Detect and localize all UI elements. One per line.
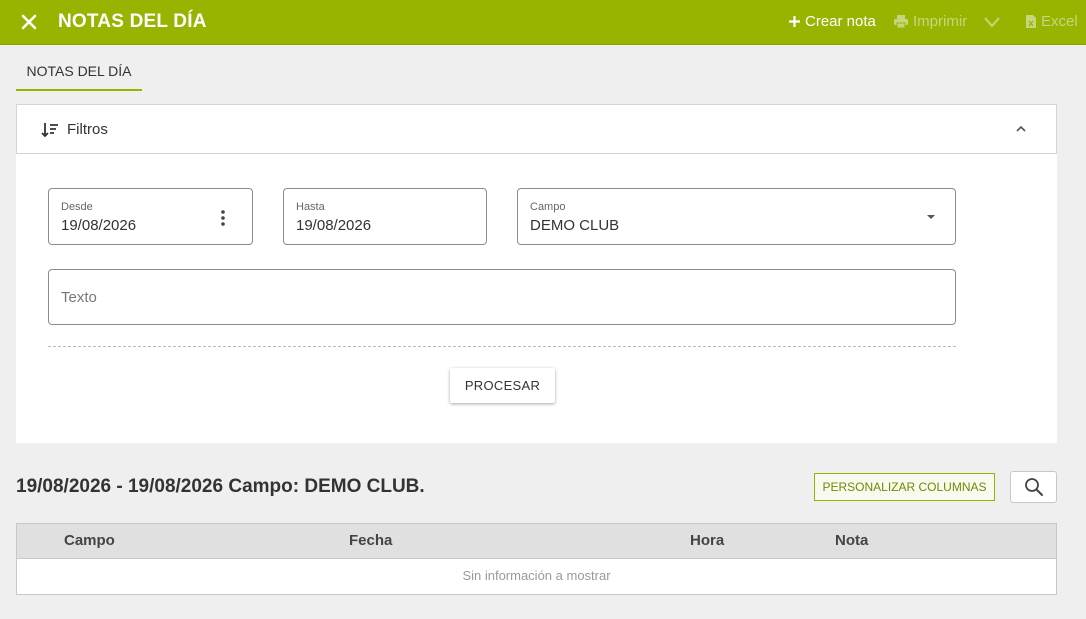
campo-label: Campo (530, 201, 566, 213)
hasta-date-field[interactable]: Hasta 19/08/2026 (283, 188, 487, 245)
filters-panel-body: Desde 19/08/2026 Hasta 19/08/2026 Campo … (16, 154, 1057, 443)
filters-panel-header[interactable]: Filtros (16, 104, 1057, 154)
column-header-campo[interactable]: Campo (64, 532, 115, 549)
campo-value: DEMO CLUB (530, 217, 620, 234)
desde-date-field[interactable]: Desde 19/08/2026 (48, 188, 253, 245)
more-vertical-icon[interactable] (217, 209, 229, 227)
tab-notas-del-dia[interactable]: NOTAS DEL DÍA (16, 52, 142, 91)
chevron-up-icon[interactable] (1014, 122, 1028, 136)
texto-placeholder: Texto (61, 289, 97, 306)
divider (48, 346, 956, 347)
notes-table: Campo Fecha Hora Nota Sin información a … (16, 523, 1057, 595)
excel-file-icon (1026, 15, 1036, 28)
search-icon (1024, 478, 1043, 496)
printer-icon (894, 15, 908, 29)
top-bar: NOTAS DEL DÍA Crear nota Imprimir Excel (0, 0, 1086, 45)
desde-label: Desde (61, 201, 93, 213)
sort-filter-icon (41, 123, 58, 138)
personalize-columns-button[interactable]: PERSONALIZAR COLUMNAS (814, 473, 995, 501)
search-button[interactable] (1010, 471, 1057, 503)
results-summary: 19/08/2026 - 19/08/2026 Campo: DEMO CLUB… (16, 476, 425, 497)
print-label: Imprimir (913, 13, 968, 30)
hasta-label: Hasta (296, 201, 325, 213)
create-note-label: Crear nota (805, 13, 876, 30)
column-header-fecha[interactable]: Fecha (349, 532, 392, 549)
excel-button[interactable]: Excel (1025, 13, 1078, 30)
page-title: NOTAS DEL DÍA (58, 11, 207, 32)
print-button[interactable]: Imprimir (893, 13, 967, 30)
process-button[interactable]: PROCESAR (450, 368, 555, 403)
campo-select[interactable]: Campo DEMO CLUB (517, 188, 956, 245)
chevron-down-icon[interactable] (982, 12, 1002, 32)
plus-icon (789, 16, 800, 27)
texto-input[interactable]: Texto (48, 269, 956, 325)
create-note-button[interactable]: Crear nota (788, 13, 876, 30)
desde-value: 19/08/2026 (61, 217, 137, 234)
close-icon[interactable] (18, 11, 40, 33)
excel-label: Excel (1041, 13, 1078, 30)
table-header: Campo Fecha Hora Nota (17, 524, 1056, 559)
hasta-value: 19/08/2026 (296, 217, 372, 234)
caret-down-icon (927, 215, 935, 219)
empty-table-message: Sin información a mostrar (462, 568, 611, 583)
filters-title: Filtros (67, 121, 108, 138)
column-header-nota[interactable]: Nota (835, 532, 868, 549)
column-header-hora[interactable]: Hora (690, 532, 724, 549)
